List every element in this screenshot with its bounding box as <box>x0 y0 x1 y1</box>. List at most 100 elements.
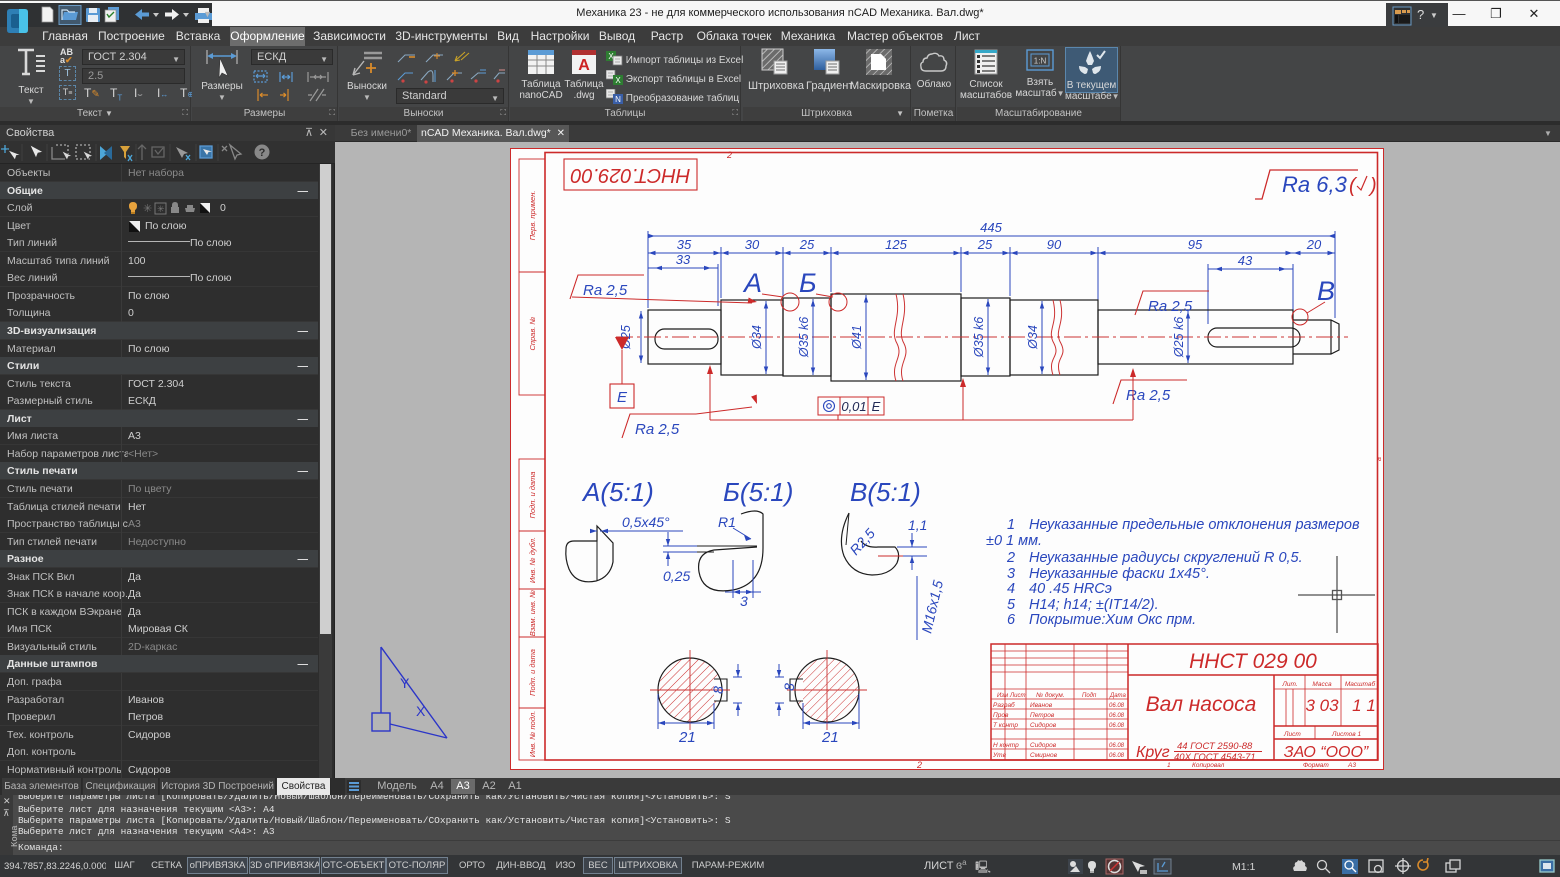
svg-text:21: 21 <box>821 729 839 746</box>
svg-text:Справ. №: Справ. № <box>528 316 537 350</box>
svg-text:Перв. примен.: Перв. примен. <box>528 191 537 241</box>
svg-text:ННСТ 029 00: ННСТ 029 00 <box>1189 650 1317 673</box>
svg-text:Ø41: Ø41 <box>850 325 864 350</box>
svg-text:Т контр: Т контр <box>993 722 1018 729</box>
svg-text:Н контр: Н контр <box>993 742 1019 749</box>
svg-text:): ) <box>1368 175 1377 197</box>
svg-text:1 1: 1 1 <box>1352 696 1376 715</box>
svg-text:Ra 2,5: Ra 2,5 <box>1148 298 1193 315</box>
svg-text:A: A <box>578 57 590 74</box>
svg-text:Ø35 k6: Ø35 k6 <box>797 317 811 358</box>
svg-text:44 ГОСТ 2590-88: 44 ГОСТ 2590-88 <box>1177 741 1253 752</box>
svg-text:1,1: 1,1 <box>908 517 927 533</box>
svg-text:Ø35 k6: Ø35 k6 <box>972 317 986 358</box>
svg-text:№ докум.: № докум. <box>1036 691 1065 699</box>
svg-text:X: X <box>615 76 621 85</box>
svg-text:Лист: Лист <box>1009 693 1025 699</box>
svg-text:Масса: Масса <box>1312 681 1332 688</box>
svg-text:35: 35 <box>677 237 692 252</box>
svg-text:X: X <box>416 703 426 719</box>
svg-text:Y: Y <box>400 675 410 691</box>
svg-text:Б: Б <box>799 268 817 298</box>
svg-text:Иванов: Иванов <box>1030 702 1053 709</box>
svg-text:0,5х45°: 0,5х45° <box>622 514 670 530</box>
svg-text:Инв. № дубл.: Инв. № дубл. <box>528 537 537 583</box>
svg-text:Ø34: Ø34 <box>1026 325 1040 350</box>
svg-text:Листов 1: Листов 1 <box>1331 731 1361 738</box>
svg-text:Неуказанные фаски 1х45°.: Неуказанные фаски 1х45°. <box>1029 566 1210 582</box>
svg-text:Ø34: Ø34 <box>750 325 764 350</box>
svg-text:±0 1 мм.: ±0 1 мм. <box>986 533 1042 549</box>
svg-text:Разраб: Разраб <box>993 701 1015 709</box>
svg-text:Вал насоса: Вал насоса <box>1146 693 1257 716</box>
svg-text:А: А <box>742 268 762 298</box>
svg-text:Инв. № подл.: Инв. № подл. <box>528 711 537 758</box>
svg-text:Петров: Петров <box>1030 712 1055 719</box>
svg-text:Неуказанные предельные отклоне: Неуказанные предельные отклонения размер… <box>1029 517 1360 533</box>
svg-text:Подп: Подп <box>1082 693 1097 699</box>
svg-text:ЗАО “ООО”: ЗАО “ООО” <box>1284 744 1369 761</box>
svg-text:8: 8 <box>710 686 726 694</box>
svg-text:33: 33 <box>676 252 691 267</box>
svg-text:Ra 6,3: Ra 6,3 <box>1282 172 1348 197</box>
svg-text:5: 5 <box>1007 597 1016 613</box>
svg-text:А3: А3 <box>1347 762 1356 769</box>
svg-text:Копировал: Копировал <box>1192 762 1225 769</box>
svg-text:0,25: 0,25 <box>663 568 690 584</box>
svg-text:Дата: Дата <box>1109 693 1126 699</box>
svg-text:Ø25 k6: Ø25 k6 <box>1172 317 1186 358</box>
svg-text:8: 8 <box>781 683 797 691</box>
svg-text:06.08: 06.08 <box>1109 713 1125 719</box>
svg-text:Неуказанные радиусы скруглений: Неуказанные радиусы скруглений R 0,5. <box>1029 550 1303 566</box>
svg-text:25: 25 <box>799 237 815 252</box>
svg-text:Покрытие:Хим Окс прм.: Покрытие:Хим Окс прм. <box>1029 612 1196 628</box>
svg-text:Масштаб: Масштаб <box>1345 680 1376 688</box>
svg-text:3: 3 <box>740 593 748 609</box>
svg-text:Формат: Формат <box>1303 762 1329 769</box>
svg-text:06.08: 06.08 <box>1109 703 1125 709</box>
svg-text:Круг: Круг <box>1136 744 1170 761</box>
svg-text:В(5:1): В(5:1) <box>850 477 921 507</box>
svg-text:2: 2 <box>1006 550 1015 566</box>
svg-text:А(5:1): А(5:1) <box>581 477 654 507</box>
svg-text:Подп. и дата: Подп. и дата <box>528 472 537 519</box>
svg-text:Ra 2,5: Ra 2,5 <box>583 282 628 299</box>
svg-text:90: 90 <box>1047 237 1062 252</box>
svg-text:95: 95 <box>1188 237 1203 252</box>
svg-text:06.08: 06.08 <box>1109 753 1125 759</box>
svg-text:а: а <box>1376 457 1383 461</box>
svg-text:06.08: 06.08 <box>1109 743 1125 749</box>
svg-text:125: 125 <box>885 237 907 252</box>
svg-text:Лит.: Лит. <box>1281 681 1297 688</box>
svg-text:2: 2 <box>916 760 922 770</box>
svg-text:445: 445 <box>980 220 1002 235</box>
svg-text:Б(5:1): Б(5:1) <box>723 477 793 507</box>
svg-text:Е: Е <box>617 389 628 406</box>
svg-text:43: 43 <box>1238 253 1253 268</box>
svg-text:25: 25 <box>977 237 993 252</box>
svg-text:3: 3 <box>1007 566 1015 582</box>
svg-text:Пров: Пров <box>993 712 1009 719</box>
svg-text:30: 30 <box>745 237 760 252</box>
svg-text:R1: R1 <box>718 514 736 530</box>
svg-text:Лист: Лист <box>1283 731 1301 738</box>
svg-text:В: В <box>1317 276 1335 306</box>
svg-text:Утв: Утв <box>992 752 1007 759</box>
svg-text:6: 6 <box>1007 612 1016 628</box>
svg-text:Смирнов: Смирнов <box>1030 752 1058 759</box>
svg-text:ННСТ.029.00: ННСТ.029.00 <box>571 164 691 186</box>
svg-text:?: ? <box>259 147 266 159</box>
svg-text:20: 20 <box>1306 237 1322 252</box>
svg-text:21: 21 <box>678 729 696 746</box>
svg-text:1:N: 1:N <box>1034 57 1047 66</box>
svg-text:Изм: Изм <box>997 693 1008 699</box>
svg-text:✳: ✳ <box>143 203 152 215</box>
svg-text:0,01: 0,01 <box>841 399 866 414</box>
svg-text:Е: Е <box>872 399 881 414</box>
svg-text:2: 2 <box>726 150 732 160</box>
svg-text:Н14; h14; ±(IТ14/2).: Н14; h14; ±(IТ14/2). <box>1029 597 1159 613</box>
svg-text:Взам. инв. №: Взам. инв. № <box>528 590 537 636</box>
svg-text:06.08: 06.08 <box>1109 723 1125 729</box>
svg-text:4: 4 <box>1007 581 1015 597</box>
svg-text:40 .45 HRCэ: 40 .45 HRCэ <box>1029 581 1112 597</box>
